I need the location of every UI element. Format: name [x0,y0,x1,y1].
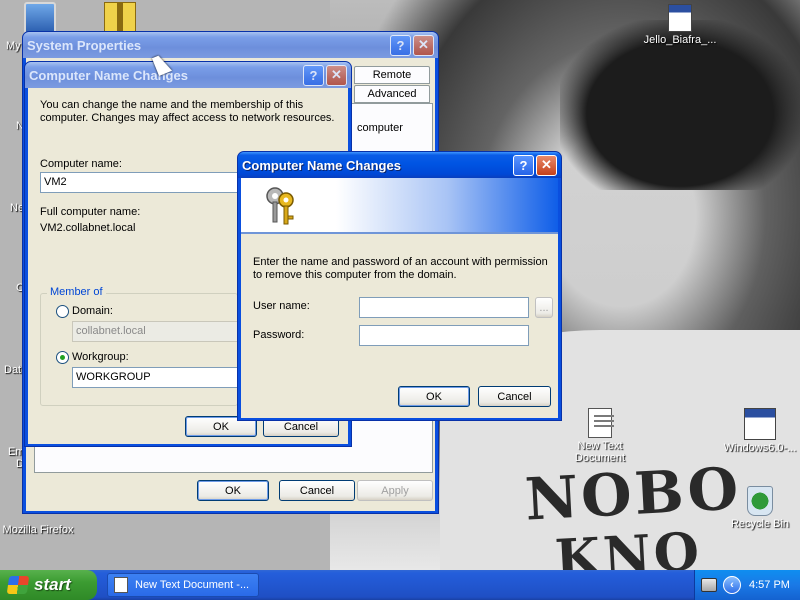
taskbar-item-label: New Text Document -... [135,579,250,591]
credentials-dialog-body: Enter the name and password of an accoun… [241,178,558,418]
ok-button[interactable]: OK [398,386,470,407]
help-button[interactable]: ? [390,34,411,56]
desktop-icon-recycle-bin[interactable]: Recycle Bin [720,486,800,530]
dialog-banner [241,178,558,234]
desktop-icon-mozilla-firefox[interactable]: Mozilla Firefox [0,524,76,536]
workgroup-input[interactable]: WORKGROUP [72,367,238,388]
member-of-label: Member of [47,286,106,298]
browse-button[interactable]: ... [535,297,553,318]
recycle-bin-icon [747,486,773,516]
computer-icon [24,2,56,34]
desktop-icon-new-text-document[interactable]: New Text Document [560,408,640,464]
keyboard-icon[interactable] [701,578,717,592]
cancel-button[interactable]: Cancel [478,386,551,407]
text-document-icon [588,408,614,438]
password-input[interactable] [359,325,529,346]
desktop-icon-windows-update[interactable]: Windows6.0-... [720,408,800,454]
username-label: User name: [253,300,310,312]
full-computer-name-label: Full computer name: [40,206,141,218]
help-button[interactable]: ? [303,64,324,86]
desktop-icon-label-partial: Dat [4,364,22,376]
ok-button[interactable]: OK [197,480,269,501]
tab-remote[interactable]: Remote [354,66,430,84]
full-computer-name-value: VM2.collabnet.local [40,222,136,234]
intro-text: You can change the name and the membersh… [40,99,335,124]
computer-name-label: Computer name: [40,158,122,170]
windows-logo-icon [6,576,30,594]
clock[interactable]: 4:57 PM [749,579,790,591]
domain-input[interactable]: collabnet.local [72,321,238,342]
desktop-icon-jello-biafra[interactable]: Jello_Biafra_... [640,4,720,46]
close-button[interactable]: ✕ [326,64,347,86]
computer-name-input[interactable]: VM2 [40,172,238,193]
computer-name-changes-titlebar[interactable]: Computer Name Changes ? ✕ [25,62,351,88]
desktop-icon-label: Windows6.0-... [723,442,797,454]
taskbar: start New Text Document -... ‹ 4:57 PM [0,570,800,600]
application-icon [668,4,692,32]
taskbar-item-new-text-document[interactable]: New Text Document -... [107,573,259,597]
help-button[interactable]: ? [513,154,534,176]
credentials-dialog-titlebar[interactable]: Computer Name Changes ? ✕ [238,152,561,178]
desktop-icon-label-my-computer: My [6,40,21,52]
tab-advanced[interactable]: Advanced [354,85,430,103]
credentials-dialog: Computer Name Changes ? ✕ Enter the name… [237,151,562,421]
wallpaper-shirt-text: NOBO [523,454,743,534]
password-label: Password: [253,329,305,341]
username-combobox[interactable] [359,297,529,318]
apply-button[interactable]: Apply [357,480,433,501]
desktop-icon-label: Jello_Biafra_... [643,34,717,46]
keys-icon [263,186,297,226]
zip-folder-icon [104,2,136,34]
notepad-icon [114,577,128,593]
close-button[interactable]: ✕ [536,154,557,176]
close-button[interactable]: ✕ [413,34,434,56]
panel-text-partial: computer [357,122,403,134]
desktop-icon-label: Mozilla Firefox [2,524,74,536]
desktop-icon-label: New Text Document [574,440,626,464]
window-title: System Properties [27,37,142,53]
show-hidden-icons-chevron-icon[interactable]: ‹ [723,576,741,594]
start-button[interactable]: start [0,570,97,600]
start-label: start [34,575,71,594]
member-of-group [40,293,238,406]
cancel-button[interactable]: Cancel [279,480,355,501]
domain-radio[interactable] [56,305,69,318]
workgroup-radio[interactable] [56,351,69,364]
desktop-icon-label: Recycle Bin [730,518,790,530]
system-tray: ‹ 4:57 PM [694,570,800,600]
system-properties-titlebar[interactable]: System Properties ? ✕ [23,32,438,58]
permission-message: Enter the name and password of an accoun… [253,256,548,281]
application-icon [744,408,776,440]
domain-label: Domain: [72,305,113,317]
workgroup-label: Workgroup: [72,351,129,363]
window-title: Computer Name Changes [242,157,401,173]
